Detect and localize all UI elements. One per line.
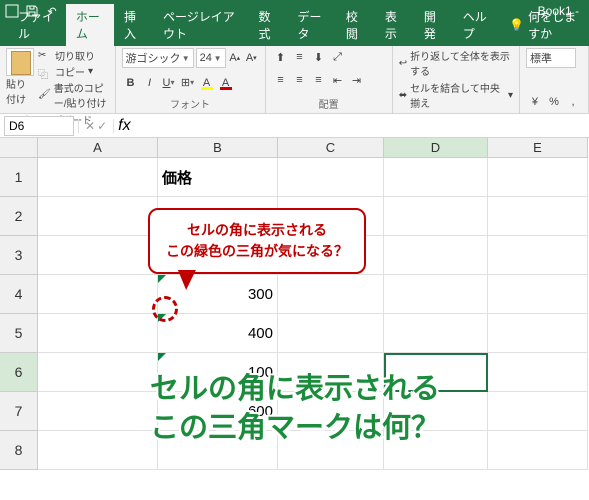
tab-ファイル[interactable]: ファイル: [8, 4, 66, 46]
brush-icon: 🖌: [38, 89, 51, 101]
overlay-text: セルの角に表示される この三角マークは何？: [150, 370, 440, 448]
tab-挿入[interactable]: 挿入: [114, 4, 153, 46]
paste-icon: [6, 48, 34, 76]
cell-E1[interactable]: [488, 158, 588, 197]
cell-A5[interactable]: [38, 314, 158, 353]
bold-button[interactable]: B: [122, 74, 140, 92]
cell-C4[interactable]: [278, 275, 384, 314]
row-header-7[interactable]: 7: [0, 392, 38, 431]
tab-ホーム[interactable]: ホーム: [66, 4, 114, 46]
cell-E4[interactable]: [488, 275, 588, 314]
currency-icon[interactable]: ¥: [526, 93, 544, 111]
orientation-icon[interactable]: ⤢: [329, 48, 347, 66]
cell-E3[interactable]: [488, 236, 588, 275]
name-box[interactable]: [4, 116, 74, 136]
align-bottom-icon[interactable]: ⬇: [310, 48, 328, 66]
number-format-select[interactable]: 標準: [526, 48, 576, 68]
border-button[interactable]: ⊞▾: [179, 74, 197, 92]
merge-center-button[interactable]: ⬌セルを結合して中央揃え ▾: [399, 80, 513, 110]
font-color-button[interactable]: A: [217, 74, 235, 92]
italic-button[interactable]: I: [141, 74, 159, 92]
row-header-5[interactable]: 5: [0, 314, 38, 353]
cell-E6[interactable]: [488, 353, 588, 392]
callout-bubble: セルの角に表示される この緑色の三角が気になる？: [148, 208, 366, 274]
fill-color-button[interactable]: A: [198, 74, 216, 92]
tab-表示[interactable]: 表示: [375, 4, 414, 46]
row-header-2[interactable]: 2: [0, 197, 38, 236]
cut-button[interactable]: ✂切り取り: [38, 48, 109, 63]
copy-icon: ⿻: [38, 66, 52, 78]
col-header-C[interactable]: C: [278, 138, 384, 158]
cell-A1[interactable]: [38, 158, 158, 197]
tell-me[interactable]: 💡 何をしますか: [501, 4, 589, 46]
cell-A4[interactable]: [38, 275, 158, 314]
cancel-icon[interactable]: ✕: [85, 119, 95, 133]
copy-button[interactable]: ⿻コピー ▾: [38, 64, 109, 79]
tab-データ[interactable]: データ: [288, 4, 336, 46]
increase-font-icon[interactable]: A▴: [228, 49, 243, 67]
row-header-3[interactable]: 3: [0, 236, 38, 275]
col-header-A[interactable]: A: [38, 138, 158, 158]
cell-E7[interactable]: [488, 392, 588, 431]
cell-A7[interactable]: [38, 392, 158, 431]
align-right-icon[interactable]: ≡: [310, 71, 328, 89]
cell-C5[interactable]: [278, 314, 384, 353]
highlight-circle: [152, 296, 178, 322]
font-label: フォント: [122, 94, 259, 111]
row-header-4[interactable]: 4: [0, 275, 38, 314]
format-painter-button[interactable]: 🖌書式のコピー/貼り付け: [38, 80, 109, 110]
error-indicator-icon: [158, 353, 166, 361]
enter-icon[interactable]: ✓: [97, 119, 107, 133]
col-header-E[interactable]: E: [488, 138, 588, 158]
decrease-font-icon[interactable]: A▾: [244, 49, 259, 67]
align-top-icon[interactable]: ⬆: [272, 48, 290, 66]
font-name-select[interactable]: 游ゴシック▼: [122, 48, 194, 68]
tab-ページレイアウト[interactable]: ページレイアウト: [153, 4, 249, 46]
cell-D5[interactable]: [384, 314, 488, 353]
wrap-icon: ↩: [399, 58, 407, 69]
indent-dec-icon[interactable]: ⇤: [329, 71, 347, 89]
select-all[interactable]: [0, 138, 38, 158]
wrap-text-button[interactable]: ↩折り返して全体を表示する: [399, 48, 513, 78]
row-header-6[interactable]: 6: [0, 353, 38, 392]
cell-A2[interactable]: [38, 197, 158, 236]
indent-inc-icon[interactable]: ⇥: [348, 71, 366, 89]
cell-E5[interactable]: [488, 314, 588, 353]
cell-A3[interactable]: [38, 236, 158, 275]
align-center-icon[interactable]: ≡: [291, 71, 309, 89]
align-middle-icon[interactable]: ≡: [291, 48, 309, 66]
underline-button[interactable]: U▾: [160, 74, 178, 92]
cell-D4[interactable]: [384, 275, 488, 314]
cell-B1[interactable]: 価格: [158, 158, 278, 197]
tab-数式[interactable]: 数式: [249, 4, 288, 46]
row-header-1[interactable]: 1: [0, 158, 38, 197]
align-label: 配置: [272, 94, 386, 111]
merge-icon: ⬌: [399, 90, 407, 101]
row-header-8[interactable]: 8: [0, 431, 38, 470]
comma-icon[interactable]: ,: [564, 93, 582, 111]
align-left-icon[interactable]: ≡: [272, 71, 290, 89]
cell-E2[interactable]: [488, 197, 588, 236]
cell-D1[interactable]: [384, 158, 488, 197]
paste-button[interactable]: 貼り付け: [6, 48, 34, 110]
fx-icon[interactable]: fx: [114, 117, 134, 135]
error-indicator-icon: [158, 275, 166, 283]
cell-D3[interactable]: [384, 236, 488, 275]
bulb-icon: 💡: [509, 18, 524, 32]
cell-D2[interactable]: [384, 197, 488, 236]
tab-開発[interactable]: 開発: [414, 4, 453, 46]
scissors-icon: ✂: [38, 50, 52, 62]
tab-ヘルプ[interactable]: ヘルプ: [453, 4, 501, 46]
percent-icon[interactable]: %: [545, 93, 563, 111]
cell-A8[interactable]: [38, 431, 158, 470]
cell-E8[interactable]: [488, 431, 588, 470]
font-size-select[interactable]: 24▼: [196, 48, 226, 68]
cell-A6[interactable]: [38, 353, 158, 392]
col-header-D[interactable]: D: [384, 138, 488, 158]
tab-校閲[interactable]: 校閲: [336, 4, 375, 46]
cell-C1[interactable]: [278, 158, 384, 197]
col-header-B[interactable]: B: [158, 138, 278, 158]
cell-B5[interactable]: 400: [158, 314, 278, 353]
